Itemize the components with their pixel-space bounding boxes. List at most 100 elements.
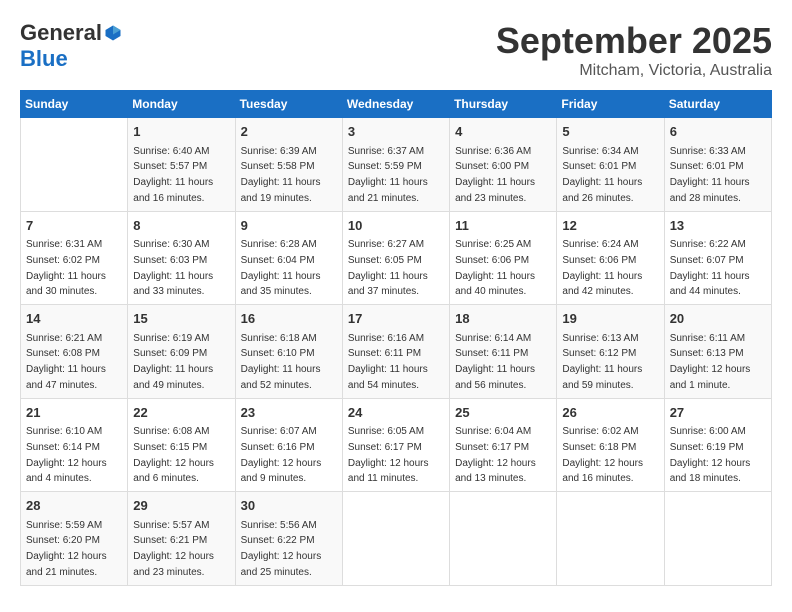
day-number: 29	[133, 496, 229, 516]
calendar-cell: 12 Sunrise: 6:24 AMSunset: 6:06 PMDayligh…	[557, 211, 664, 305]
calendar-cell: 20 Sunrise: 6:11 AMSunset: 6:13 PMDayligh…	[664, 305, 771, 399]
location: Mitcham, Victoria, Australia	[496, 62, 772, 80]
calendar-cell: 15 Sunrise: 6:19 AMSunset: 6:09 PMDayligh…	[128, 305, 235, 399]
day-number: 5	[562, 122, 658, 142]
cell-info: Sunrise: 6:18 AMSunset: 6:10 PMDaylight:…	[241, 333, 321, 391]
calendar-cell: 4 Sunrise: 6:36 AMSunset: 6:00 PMDaylight…	[450, 118, 557, 212]
calendar-cell: 27Sunrise: 6:00 AMSunset: 6:19 PMDayligh…	[664, 398, 771, 492]
logo-blue-text: Blue	[20, 46, 68, 72]
cell-info: Sunrise: 6:25 AMSunset: 6:06 PMDaylight:…	[455, 239, 535, 297]
calendar-cell	[557, 492, 664, 586]
col-thursday: Thursday	[450, 91, 557, 118]
col-monday: Monday	[128, 91, 235, 118]
calendar-cell: 17 Sunrise: 6:16 AMSunset: 6:11 PMDayligh…	[342, 305, 449, 399]
calendar-week-4: 21 Sunrise: 6:10 AMSunset: 6:14 PMDayligh…	[21, 398, 772, 492]
day-number: 20	[670, 309, 766, 329]
cell-info: Sunrise: 6:27 AMSunset: 6:05 PMDaylight:…	[348, 239, 428, 297]
day-number: 15	[133, 309, 229, 329]
day-number: 10	[348, 216, 444, 236]
cell-info: Sunrise: 6:21 AMSunset: 6:08 PMDaylight:…	[26, 333, 106, 391]
cell-info: Sunrise: 6:19 AMSunset: 6:09 PMDaylight:…	[133, 333, 213, 391]
cell-info: Sunrise: 6:39 AMSunset: 5:58 PMDaylight:…	[241, 146, 321, 204]
cell-info: Sunrise: 6:31 AMSunset: 6:02 PMDaylight:…	[26, 239, 106, 297]
header-row: Sunday Monday Tuesday Wednesday Thursday…	[21, 91, 772, 118]
cell-info: Sunrise: 6:14 AMSunset: 6:11 PMDaylight:…	[455, 333, 535, 391]
calendar-cell: 18 Sunrise: 6:14 AMSunset: 6:11 PMDayligh…	[450, 305, 557, 399]
day-number: 1	[133, 122, 229, 142]
day-number: 24	[348, 403, 444, 423]
day-number: 4	[455, 122, 551, 142]
col-friday: Friday	[557, 91, 664, 118]
calendar-cell: 24Sunrise: 6:05 AMSunset: 6:17 PMDayligh…	[342, 398, 449, 492]
calendar-week-1: 1 Sunrise: 6:40 AMSunset: 5:57 PMDaylight…	[21, 118, 772, 212]
day-number: 22	[133, 403, 229, 423]
calendar-cell: 21 Sunrise: 6:10 AMSunset: 6:14 PMDayligh…	[21, 398, 128, 492]
calendar-cell	[664, 492, 771, 586]
calendar-cell: 11 Sunrise: 6:25 AMSunset: 6:06 PMDayligh…	[450, 211, 557, 305]
day-number: 27	[670, 403, 766, 423]
day-number: 9	[241, 216, 337, 236]
cell-info: Sunrise: 6:08 AMSunset: 6:15 PMDaylight:…	[133, 426, 214, 484]
day-number: 2	[241, 122, 337, 142]
calendar-header: Sunday Monday Tuesday Wednesday Thursday…	[21, 91, 772, 118]
calendar-cell: 2 Sunrise: 6:39 AMSunset: 5:58 PMDaylight…	[235, 118, 342, 212]
cell-info: Sunrise: 6:10 AMSunset: 6:14 PMDaylight:…	[26, 426, 107, 484]
calendar-cell: 1 Sunrise: 6:40 AMSunset: 5:57 PMDaylight…	[128, 118, 235, 212]
day-number: 28	[26, 496, 122, 516]
calendar-cell: 30 Sunrise: 5:56 AMSunset: 6:22 PMDayligh…	[235, 492, 342, 586]
calendar-cell: 14 Sunrise: 6:21 AMSunset: 6:08 PMDayligh…	[21, 305, 128, 399]
calendar-cell: 8Sunrise: 6:30 AMSunset: 6:03 PMDaylight…	[128, 211, 235, 305]
calendar-cell: 10 Sunrise: 6:27 AMSunset: 6:05 PMDayligh…	[342, 211, 449, 305]
day-number: 30	[241, 496, 337, 516]
day-number: 12	[562, 216, 658, 236]
cell-info: Sunrise: 6:28 AMSunset: 6:04 PMDaylight:…	[241, 239, 321, 297]
cell-info: Sunrise: 6:22 AMSunset: 6:07 PMDaylight:…	[670, 239, 750, 297]
page-header: General Blue September 2025 Mitcham, Vic…	[20, 20, 772, 80]
cell-info: Sunrise: 5:56 AMSunset: 6:22 PMDaylight:…	[241, 520, 322, 578]
calendar-cell: 3 Sunrise: 6:37 AMSunset: 5:59 PMDaylight…	[342, 118, 449, 212]
cell-info: Sunrise: 6:24 AMSunset: 6:06 PMDaylight:…	[562, 239, 642, 297]
cell-info: Sunrise: 6:11 AMSunset: 6:13 PMDaylight:…	[670, 333, 751, 391]
month-title: September 2025	[496, 20, 772, 62]
cell-info: Sunrise: 6:33 AMSunset: 6:01 PMDaylight:…	[670, 146, 750, 204]
cell-info: Sunrise: 6:02 AMSunset: 6:18 PMDaylight:…	[562, 426, 643, 484]
day-number: 3	[348, 122, 444, 142]
day-number: 7	[26, 216, 122, 236]
day-number: 17	[348, 309, 444, 329]
calendar-week-3: 14 Sunrise: 6:21 AMSunset: 6:08 PMDayligh…	[21, 305, 772, 399]
day-number: 21	[26, 403, 122, 423]
day-number: 11	[455, 216, 551, 236]
cell-info: Sunrise: 6:16 AMSunset: 6:11 PMDaylight:…	[348, 333, 428, 391]
calendar-cell: 23 Sunrise: 6:07 AMSunset: 6:16 PMDayligh…	[235, 398, 342, 492]
cell-info: Sunrise: 5:59 AMSunset: 6:20 PMDaylight:…	[26, 520, 107, 578]
cell-info: Sunrise: 6:13 AMSunset: 6:12 PMDaylight:…	[562, 333, 642, 391]
logo: General Blue	[20, 20, 122, 72]
cell-info: Sunrise: 6:07 AMSunset: 6:16 PMDaylight:…	[241, 426, 322, 484]
col-saturday: Saturday	[664, 91, 771, 118]
day-number: 23	[241, 403, 337, 423]
cell-info: Sunrise: 6:04 AMSunset: 6:17 PMDaylight:…	[455, 426, 536, 484]
day-number: 18	[455, 309, 551, 329]
logo-general-text: General	[20, 20, 102, 46]
day-number: 13	[670, 216, 766, 236]
day-number: 14	[26, 309, 122, 329]
calendar-cell: 22 Sunrise: 6:08 AMSunset: 6:15 PMDayligh…	[128, 398, 235, 492]
col-tuesday: Tuesday	[235, 91, 342, 118]
col-wednesday: Wednesday	[342, 91, 449, 118]
calendar-week-5: 28 Sunrise: 5:59 AMSunset: 6:20 PMDayligh…	[21, 492, 772, 586]
calendar-cell: 7 Sunrise: 6:31 AMSunset: 6:02 PMDaylight…	[21, 211, 128, 305]
cell-info: Sunrise: 6:37 AMSunset: 5:59 PMDaylight:…	[348, 146, 428, 204]
calendar-cell	[450, 492, 557, 586]
title-block: September 2025 Mitcham, Victoria, Austra…	[496, 20, 772, 80]
day-number: 25	[455, 403, 551, 423]
calendar-body: 1 Sunrise: 6:40 AMSunset: 5:57 PMDaylight…	[21, 118, 772, 586]
cell-info: Sunrise: 6:34 AMSunset: 6:01 PMDaylight:…	[562, 146, 642, 204]
calendar-cell: 6Sunrise: 6:33 AMSunset: 6:01 PMDaylight…	[664, 118, 771, 212]
day-number: 19	[562, 309, 658, 329]
cell-info: Sunrise: 5:57 AMSunset: 6:21 PMDaylight:…	[133, 520, 214, 578]
calendar-cell: 5 Sunrise: 6:34 AMSunset: 6:01 PMDaylight…	[557, 118, 664, 212]
cell-info: Sunrise: 6:36 AMSunset: 6:00 PMDaylight:…	[455, 146, 535, 204]
day-number: 26	[562, 403, 658, 423]
cell-info: Sunrise: 6:40 AMSunset: 5:57 PMDaylight:…	[133, 146, 213, 204]
day-number: 16	[241, 309, 337, 329]
